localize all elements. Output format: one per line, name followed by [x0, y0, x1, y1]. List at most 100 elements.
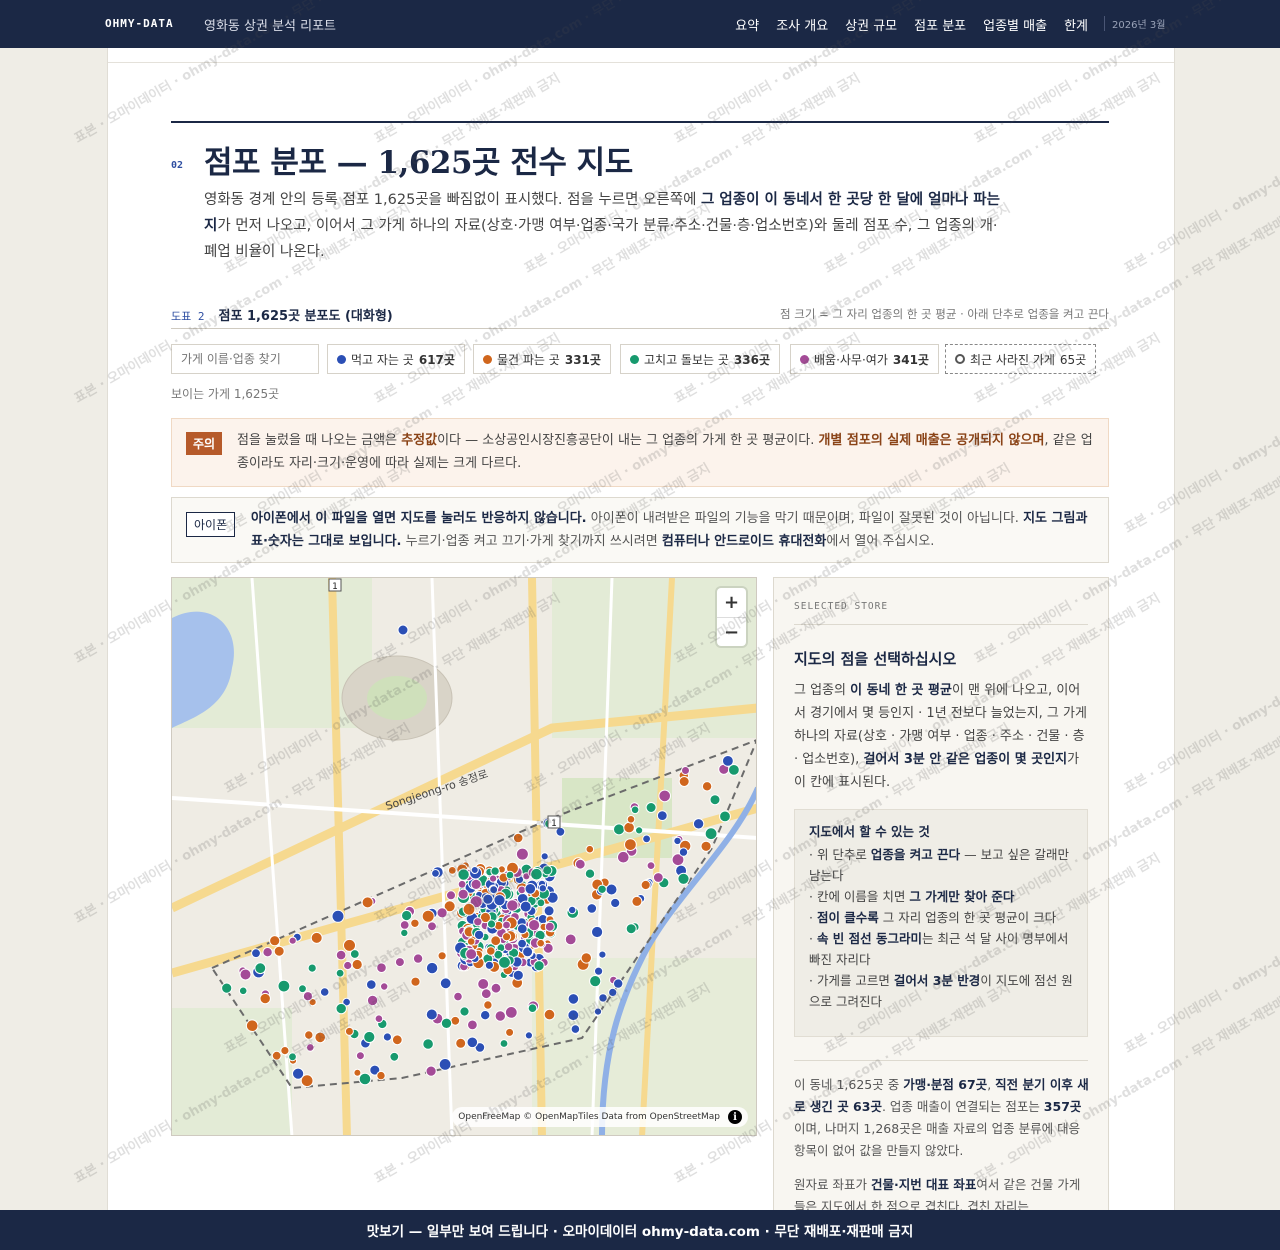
- store-dot[interactable]: [459, 1006, 470, 1017]
- store-dot[interactable]: [646, 861, 656, 871]
- brand-logo[interactable]: OHMY-DATA: [105, 17, 174, 30]
- store-dot[interactable]: [473, 929, 485, 941]
- store-dot[interactable]: [467, 1019, 478, 1031]
- store-dot[interactable]: [567, 1009, 580, 1022]
- store-dot[interactable]: [542, 865, 553, 876]
- store-dot[interactable]: [280, 1046, 290, 1056]
- store-dot[interactable]: [613, 978, 624, 989]
- store-dot[interactable]: [586, 903, 598, 914]
- nav-item-sales[interactable]: 업종별 매출: [983, 15, 1047, 34]
- store-dot[interactable]: [598, 993, 608, 1003]
- store-dot[interactable]: [462, 902, 476, 916]
- store-dot[interactable]: [389, 1051, 400, 1062]
- store-dot[interactable]: [410, 918, 420, 928]
- store-dot[interactable]: [431, 869, 440, 878]
- store-dot[interactable]: [584, 868, 596, 879]
- store-dot[interactable]: [608, 987, 618, 997]
- store-dot[interactable]: [524, 883, 537, 895]
- store-dot[interactable]: [490, 935, 502, 947]
- store-dot[interactable]: [538, 884, 547, 893]
- store-dot[interactable]: [624, 838, 637, 852]
- store-dot[interactable]: [640, 879, 651, 891]
- store-dot[interactable]: [589, 975, 602, 988]
- store-dot[interactable]: [344, 1026, 354, 1036]
- store-dot[interactable]: [425, 961, 439, 975]
- store-dot[interactable]: [522, 946, 534, 958]
- store-dot[interactable]: [254, 962, 267, 975]
- store-dot[interactable]: [597, 884, 607, 894]
- store-dot[interactable]: [447, 866, 457, 875]
- filter-chip-retail[interactable]: 물건 파는 곳 331곳: [473, 344, 611, 374]
- store-dot[interactable]: [567, 993, 580, 1005]
- store-map[interactable]: Songjeong-ro 송정로 1 1 + − OpenFreeMap © O…: [171, 577, 757, 1136]
- store-dot[interactable]: [335, 949, 347, 961]
- store-dot[interactable]: [466, 937, 476, 946]
- store-dot[interactable]: [652, 872, 664, 883]
- store-dot[interactable]: [483, 1000, 493, 1010]
- store-dot[interactable]: [678, 847, 689, 857]
- store-dot[interactable]: [528, 919, 541, 932]
- store-dot[interactable]: [273, 945, 285, 957]
- store-dot[interactable]: [221, 982, 233, 994]
- store-dot[interactable]: [677, 872, 690, 885]
- store-dot[interactable]: [490, 982, 502, 994]
- store-dot[interactable]: [361, 896, 374, 909]
- store-dot[interactable]: [498, 956, 511, 969]
- store-dot[interactable]: [277, 979, 291, 993]
- store-dot[interactable]: [516, 923, 528, 935]
- store-dot[interactable]: [335, 1002, 347, 1015]
- store-dot[interactable]: [480, 988, 492, 1000]
- store-dot[interactable]: [692, 818, 705, 830]
- store-dot[interactable]: [440, 1017, 453, 1029]
- store-dot[interactable]: [613, 823, 625, 836]
- store-dot[interactable]: [307, 963, 317, 973]
- store-dot[interactable]: [304, 1030, 314, 1040]
- info-icon[interactable]: i: [728, 1110, 742, 1124]
- store-dot[interactable]: [480, 1010, 491, 1021]
- nav-item-limits[interactable]: 한계: [1064, 15, 1088, 34]
- store-dot[interactable]: [399, 920, 410, 930]
- store-dot[interactable]: [543, 1008, 556, 1021]
- store-dot[interactable]: [610, 897, 621, 909]
- store-dot[interactable]: [533, 960, 545, 972]
- store-dot[interactable]: [617, 850, 630, 864]
- store-dot[interactable]: [494, 1010, 506, 1022]
- store-dot[interactable]: [568, 905, 577, 915]
- store-dot[interactable]: [490, 866, 500, 876]
- store-dot[interactable]: [331, 909, 345, 923]
- nav-item-overview[interactable]: 조사 개요: [776, 15, 828, 34]
- store-dot[interactable]: [366, 994, 379, 1007]
- store-dot[interactable]: [543, 905, 555, 917]
- store-dot[interactable]: [502, 920, 511, 930]
- store-dot[interactable]: [298, 984, 307, 994]
- nav-item-summary[interactable]: 요약: [735, 15, 759, 34]
- store-dot[interactable]: [486, 919, 497, 929]
- store-dot[interactable]: [645, 802, 657, 813]
- store-dot[interactable]: [515, 847, 529, 861]
- store-dot[interactable]: [269, 935, 281, 947]
- store-dot[interactable]: [626, 815, 636, 824]
- store-dot[interactable]: [473, 917, 483, 927]
- store-dot[interactable]: [376, 962, 387, 974]
- store-dot[interactable]: [493, 894, 506, 907]
- store-dot[interactable]: [673, 836, 682, 846]
- store-dot[interactable]: [631, 895, 643, 907]
- store-dot[interactable]: [437, 951, 447, 961]
- store-search-input[interactable]: [171, 344, 319, 374]
- store-dot[interactable]: [259, 992, 271, 1005]
- store-dot[interactable]: [642, 834, 652, 844]
- nav-item-scale[interactable]: 상권 규모: [845, 15, 897, 34]
- store-dot[interactable]: [351, 958, 363, 971]
- store-dot[interactable]: [450, 1015, 461, 1026]
- filter-chip-closed[interactable]: 최근 사라진 가게 65곳: [945, 344, 1097, 374]
- store-dot[interactable]: [530, 867, 543, 881]
- store-dot[interactable]: [374, 1014, 384, 1024]
- store-dot[interactable]: [709, 794, 721, 806]
- store-dot[interactable]: [363, 1030, 376, 1044]
- store-dot[interactable]: [376, 1070, 386, 1081]
- store-dot[interactable]: [288, 936, 297, 945]
- store-dot[interactable]: [484, 960, 494, 970]
- store-dot[interactable]: [623, 821, 635, 834]
- store-dot[interactable]: [625, 923, 637, 935]
- store-dot[interactable]: [593, 1007, 603, 1016]
